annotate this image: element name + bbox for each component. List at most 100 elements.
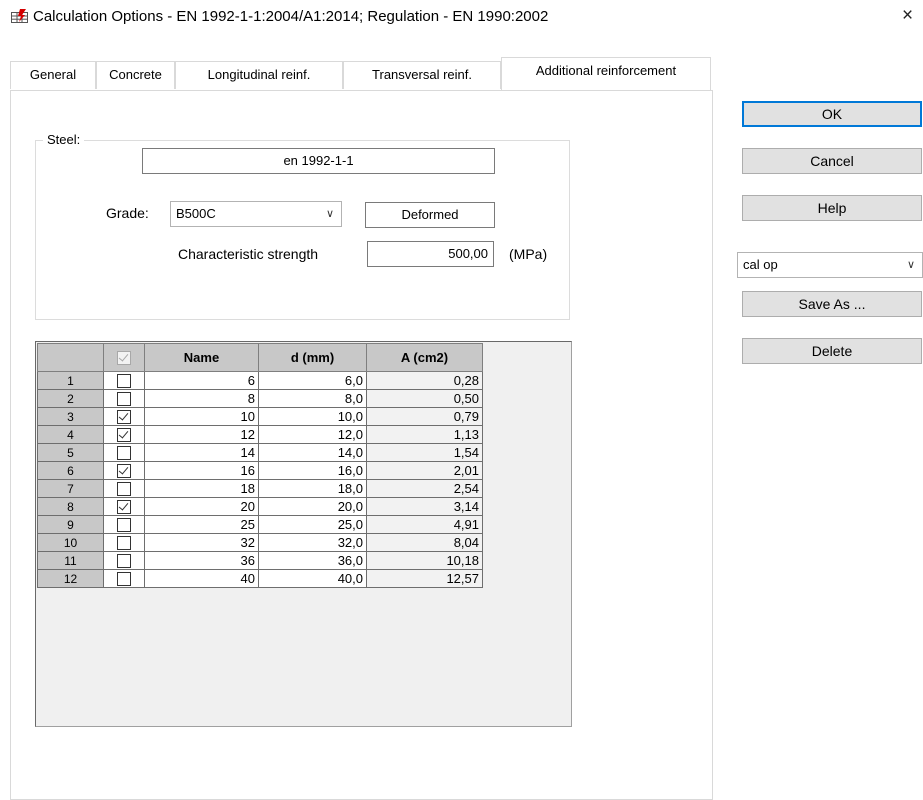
cancel-button[interactable]: Cancel [742,148,922,174]
row-number[interactable]: 8 [37,497,104,516]
strength-input[interactable]: 500,00 [367,241,494,267]
cell-diameter[interactable]: 8,0 [258,389,367,408]
grid-header-row: Name d (mm) A (cm2) [37,343,483,372]
tab-concrete[interactable]: Concrete [96,61,175,89]
table-row[interactable]: 10 32 32,0 8,04 [37,533,483,552]
cell-name[interactable]: 40 [144,569,259,588]
row-number[interactable]: 7 [37,479,104,498]
help-button[interactable]: Help [742,195,922,221]
table-row[interactable]: 11 36 36,0 10,18 [37,551,483,570]
row-checkbox[interactable] [103,443,145,462]
row-number[interactable]: 6 [37,461,104,480]
table-row[interactable]: 12 40 40,0 12,57 [37,569,483,588]
cell-diameter[interactable]: 18,0 [258,479,367,498]
cell-diameter[interactable]: 20,0 [258,497,367,516]
row-checkbox[interactable] [103,569,145,588]
row-number[interactable]: 12 [37,569,104,588]
cell-diameter[interactable]: 6,0 [258,371,367,390]
delete-button[interactable]: Delete [742,338,922,364]
row-number[interactable]: 4 [37,425,104,444]
row-checkbox[interactable] [103,497,145,516]
table-row[interactable]: 3 10 10,0 0,79 [37,407,483,426]
cell-name[interactable]: 10 [144,407,259,426]
ok-button[interactable]: OK [742,101,922,127]
row-checkbox[interactable] [103,479,145,498]
bar-type-field[interactable]: Deformed [365,202,495,228]
row-number[interactable]: 9 [37,515,104,534]
row-checkbox[interactable] [103,461,145,480]
row-checkbox[interactable] [103,551,145,570]
strength-label: Characteristic strength [178,246,319,262]
row-checkbox[interactable] [103,425,145,444]
checkbox-icon [117,392,131,407]
table-row[interactable]: 6 16 16,0 2,01 [37,461,483,480]
grade-select[interactable]: B500C ∨ [170,201,342,227]
cell-name[interactable]: 6 [144,371,259,390]
checkbox-icon [117,572,131,587]
checkbox-icon [117,554,131,569]
cell-name[interactable]: 8 [144,389,259,408]
tab-label: General [29,67,77,82]
cell-diameter[interactable]: 36,0 [258,551,367,570]
chevron-down-icon: ∨ [906,259,915,271]
cell-area: 1,54 [366,443,483,462]
bar-type-value: Deformed [401,207,459,222]
row-checkbox[interactable] [103,515,145,534]
cell-area: 2,54 [366,479,483,498]
row-checkbox[interactable] [103,533,145,552]
tab-label: Longitudinal reinf. [207,67,311,82]
tab-strip: General Concrete Longitudinal reinf. Tra… [10,57,711,91]
row-number[interactable]: 3 [37,407,104,426]
title-bar: Calculation Options - EN 1992-1-1:2004/A… [0,0,923,36]
cell-name[interactable]: 14 [144,443,259,462]
cell-name[interactable]: 36 [144,551,259,570]
tab-transversal-reinf[interactable]: Transversal reinf. [343,61,501,89]
cell-name[interactable]: 32 [144,533,259,552]
table-row[interactable]: 8 20 20,0 3,14 [37,497,483,516]
table-row[interactable]: 7 18 18,0 2,54 [37,479,483,498]
checkbox-icon [117,428,131,443]
tab-general[interactable]: General [10,61,96,89]
table-row[interactable]: 2 8 8,0 0,50 [37,389,483,408]
column-header-name[interactable]: Name [144,343,259,372]
tab-longitudinal-reinf[interactable]: Longitudinal reinf. [175,61,343,89]
close-icon[interactable]: × [902,5,913,27]
cell-name[interactable]: 18 [144,479,259,498]
cell-name[interactable]: 20 [144,497,259,516]
cell-diameter[interactable]: 10,0 [258,407,367,426]
checkbox-icon [117,536,131,551]
cell-diameter[interactable]: 40,0 [258,569,367,588]
cell-name[interactable]: 16 [144,461,259,480]
column-header-a[interactable]: A (cm2) [366,343,483,372]
checkbox-icon [117,464,131,479]
cell-diameter[interactable]: 14,0 [258,443,367,462]
checkbox-icon [117,410,131,425]
row-checkbox[interactable] [103,371,145,390]
column-header-d[interactable]: d (mm) [258,343,367,372]
table-row[interactable]: 5 14 14,0 1,54 [37,443,483,462]
cell-diameter[interactable]: 16,0 [258,461,367,480]
save-as-button[interactable]: Save As ... [742,291,922,317]
row-number[interactable]: 11 [37,551,104,570]
steel-standard-field[interactable]: en 1992-1-1 [142,148,495,174]
row-checkbox[interactable] [103,407,145,426]
table-row[interactable]: 1 6 6,0 0,28 [37,371,483,390]
tab-label: Concrete [109,67,162,82]
grade-label: Grade: [106,205,149,221]
window-title: Calculation Options - EN 1992-1-1:2004/A… [33,8,549,25]
table-row[interactable]: 9 25 25,0 4,91 [37,515,483,534]
row-number[interactable]: 5 [37,443,104,462]
tab-additional-reinforcement[interactable]: Additional reinforcement [501,57,711,90]
preset-select[interactable]: cal op ∨ [737,252,923,278]
row-number[interactable]: 1 [37,371,104,390]
cell-diameter[interactable]: 32,0 [258,533,367,552]
table-row[interactable]: 4 12 12,0 1,13 [37,425,483,444]
select-all-checkbox[interactable] [103,343,145,372]
row-checkbox[interactable] [103,389,145,408]
cell-diameter[interactable]: 25,0 [258,515,367,534]
cell-name[interactable]: 25 [144,515,259,534]
cell-diameter[interactable]: 12,0 [258,425,367,444]
cell-name[interactable]: 12 [144,425,259,444]
row-number[interactable]: 10 [37,533,104,552]
row-number[interactable]: 2 [37,389,104,408]
